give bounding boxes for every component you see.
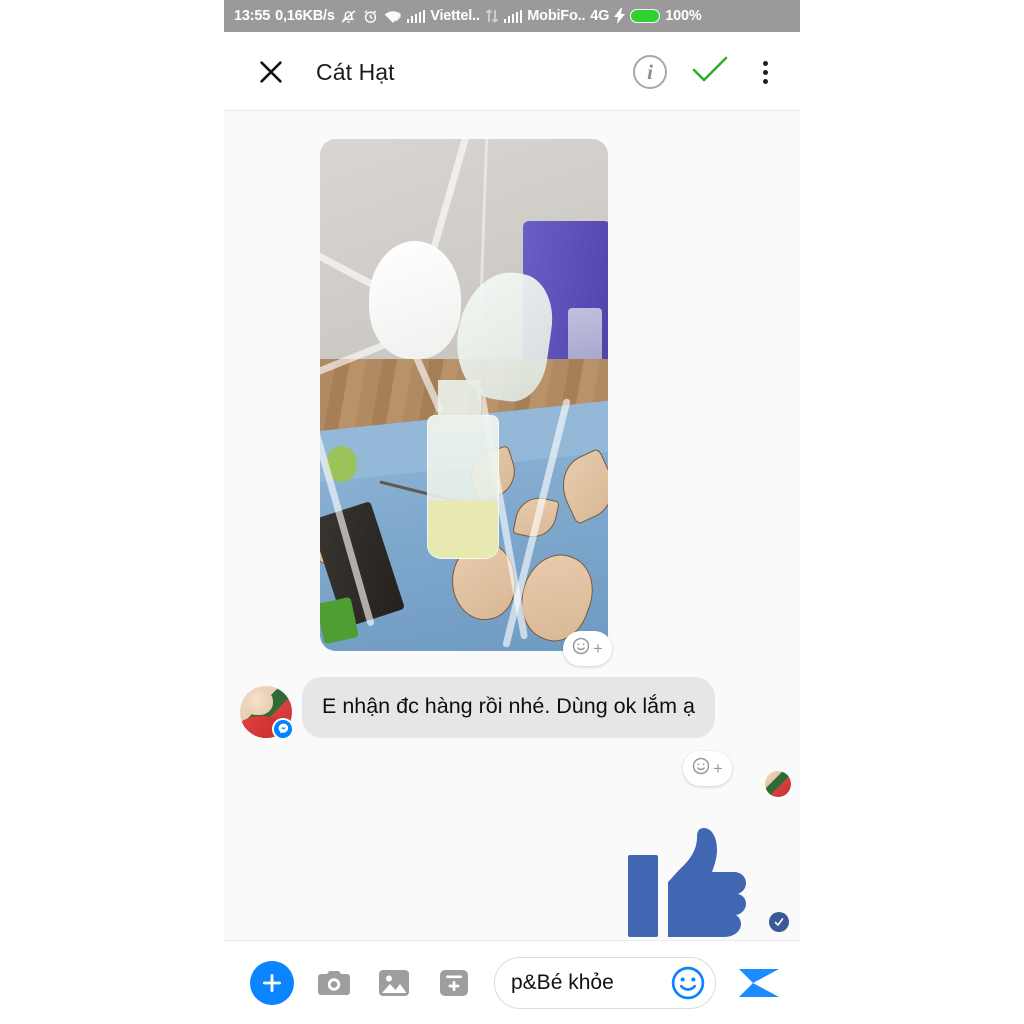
page-title: Cát Hạt <box>316 58 395 85</box>
smiley-icon <box>571 636 591 661</box>
smiley-icon <box>691 756 711 781</box>
battery-percent-label: 100% <box>665 8 702 24</box>
messenger-badge-icon <box>272 717 294 740</box>
chat-thread[interactable]: + E nhận đc hàng rồi nhé. Dùng ok lắm ạ <box>224 112 800 940</box>
message-composer: p&Bé khỏe <box>224 940 800 1024</box>
close-icon[interactable] <box>254 55 288 89</box>
network-type-label: 4G <box>590 8 610 24</box>
message-bubble[interactable]: E nhận đc hàng rồi nhé. Dùng ok lắm ạ <box>302 677 715 738</box>
signal-bars-icon <box>406 9 426 23</box>
emoji-icon[interactable] <box>669 964 707 1002</box>
info-icon[interactable]: i <box>633 55 667 89</box>
delivered-status-icon <box>769 912 789 932</box>
status-bar: 13:55 0,16KB/s Viettel.. MobiFo.. 4G 100… <box>224 0 800 32</box>
confirm-checkmark-icon[interactable] <box>691 55 729 90</box>
sticker-icon[interactable] <box>434 963 474 1003</box>
alarm-clock-icon <box>362 8 379 25</box>
status-time: 13:55 <box>234 8 271 24</box>
photo-attachment[interactable] <box>320 139 608 651</box>
carrier-2-label: MobiFo.. <box>527 8 586 24</box>
send-button[interactable] <box>736 963 782 1003</box>
sender-avatar[interactable] <box>240 685 294 740</box>
plus-icon: + <box>713 759 723 778</box>
seen-receipt-avatar <box>765 771 791 797</box>
camera-icon[interactable] <box>314 963 354 1003</box>
carrier-1-label: Viettel.. <box>430 8 480 24</box>
gallery-icon[interactable] <box>374 963 414 1003</box>
wifi-icon <box>384 9 402 24</box>
data-transfer-icon <box>485 8 499 24</box>
toolbar-actions: i <box>633 55 778 90</box>
message-input-value[interactable]: p&Bé khỏe <box>511 972 661 993</box>
add-attachment-button[interactable] <box>250 960 294 1005</box>
app-toolbar: Cát Hạt i <box>224 32 800 112</box>
battery-icon <box>630 9 661 23</box>
add-reaction-button[interactable]: + <box>683 751 732 786</box>
plus-icon: + <box>593 639 603 658</box>
phone-screenshot: 13:55 0,16KB/s Viettel.. MobiFo.. 4G 100… <box>224 0 800 1024</box>
overflow-menu-icon[interactable] <box>753 57 778 88</box>
signal-bars-icon <box>503 9 523 23</box>
charging-bolt-icon <box>614 8 626 24</box>
photo-content <box>320 139 608 651</box>
add-reaction-button[interactable]: + <box>563 631 612 666</box>
message-row-incoming: E nhận đc hàng rồi nhé. Dùng ok lắm ạ <box>240 677 715 740</box>
status-data-rate: 0,16KB/s <box>275 8 335 24</box>
message-input-field[interactable]: p&Bé khỏe <box>494 956 716 1009</box>
thumbs-up-sticker[interactable] <box>628 807 764 937</box>
notifications-muted-icon <box>340 8 357 25</box>
